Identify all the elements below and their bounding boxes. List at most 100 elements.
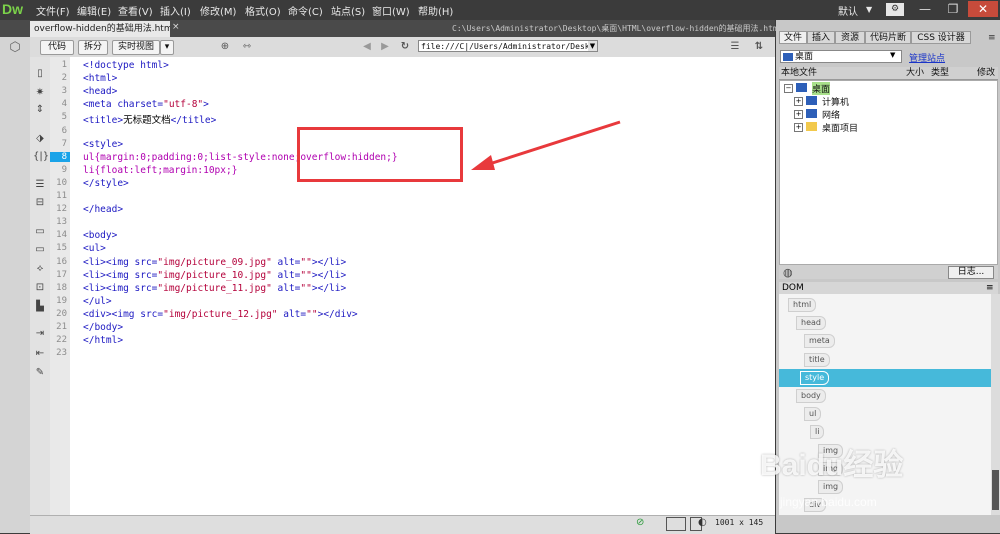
upload-download-icon[interactable]: ⇅ <box>752 40 766 53</box>
back-icon[interactable]: ◀ <box>360 40 374 53</box>
move-css-icon[interactable]: ▙ <box>33 300 47 314</box>
expand-toggle-icon[interactable]: + <box>794 123 803 132</box>
col-type[interactable]: 类型 <box>931 67 949 79</box>
select-parent-icon[interactable]: ⬗ <box>33 132 47 146</box>
line-numbers-icon[interactable]: ☰ <box>33 178 47 192</box>
desktop-size-icon[interactable] <box>666 517 686 531</box>
uncomment-icon[interactable]: ▭ <box>33 243 47 257</box>
panel-options-icon[interactable]: ≡ <box>988 33 996 43</box>
code-line[interactable]: <li > <img src="img/picture_09.jpg" alt=""… <box>83 257 346 268</box>
code-line[interactable]: <!doctype html> <box>83 60 169 71</box>
file-management-icon[interactable]: ☰ <box>728 40 742 53</box>
menu-item[interactable]: 编辑(E) <box>77 3 111 18</box>
dom-title[interactable]: DOM <box>779 283 804 293</box>
dom-node[interactable]: style <box>800 370 830 385</box>
extract-icon[interactable]: ⬡ <box>7 40 23 56</box>
document-tab[interactable]: overflow-hidden的基础用法.html <box>30 21 170 37</box>
panel-tab[interactable]: CSS 设计器 <box>911 31 971 44</box>
menu-item[interactable]: 窗口(W) <box>372 3 410 18</box>
code-line[interactable]: <li > <img src="img/picture_10.jpg" alt=""… <box>83 270 346 281</box>
close-button[interactable]: ✕ <box>968 1 998 17</box>
address-dropdown-icon[interactable]: ▼ <box>588 41 597 51</box>
tree-item-label[interactable]: 桌面项目 <box>822 121 858 134</box>
code-line[interactable]: <body> <box>83 230 117 241</box>
forward-icon[interactable]: ▶ <box>378 40 392 53</box>
log-button[interactable]: 日志... <box>948 266 994 279</box>
split-view-button[interactable]: 拆分 <box>78 40 108 55</box>
code-line[interactable]: <div > <img src="img/picture_12.jpg" alt="… <box>83 309 358 320</box>
dom-node[interactable]: head <box>796 316 826 331</box>
dom-node[interactable]: body <box>796 389 826 403</box>
code-line[interactable]: <title>无标题文档</title> <box>83 112 216 126</box>
site-select[interactable]: 桌面 <box>780 50 902 63</box>
code-line[interactable]: li{float:left;margin:10px;} <box>83 165 237 176</box>
inspect-icon[interactable]: ⊕ <box>218 40 232 53</box>
globe-icon[interactable]: ◐ <box>698 517 707 528</box>
code-line[interactable]: <style> <box>83 139 123 150</box>
dom-node[interactable]: title <box>804 352 830 367</box>
refresh-icon[interactable]: ↻ <box>398 40 412 53</box>
panel-menu-icon[interactable]: ≡ <box>986 282 994 294</box>
tree-item-label[interactable]: 计算机 <box>822 95 849 108</box>
col-local[interactable]: 本地文件 <box>781 67 817 79</box>
code-line[interactable]: </style> <box>83 178 129 189</box>
minimize-button[interactable]: — <box>912 1 938 17</box>
col-size[interactable]: 大小 <box>906 67 924 79</box>
code-line[interactable]: <meta charset="utf-8"> <box>83 99 209 110</box>
live-view-button[interactable]: 实时视图 <box>112 40 160 55</box>
code-line[interactable]: <html> <box>83 73 117 84</box>
menu-item[interactable]: 查看(V) <box>118 3 153 18</box>
connection-icon[interactable]: ◍ <box>783 266 793 279</box>
site-dropdown-icon[interactable]: ▼ <box>890 51 895 59</box>
balance-braces-icon[interactable]: {|} <box>33 150 49 164</box>
menu-item[interactable]: 站点(S) <box>331 3 365 18</box>
expand-toggle-icon[interactable]: + <box>794 110 803 119</box>
scrollbar-thumb[interactable] <box>992 470 999 510</box>
panel-tab[interactable]: 文件 <box>779 31 807 44</box>
code-line[interactable]: </body> <box>83 322 123 333</box>
highlight-invalid-icon[interactable]: ⊟ <box>33 196 47 210</box>
chevron-down-icon[interactable]: ▼ <box>866 5 872 14</box>
panel-tab[interactable]: 资源 <box>835 31 865 44</box>
format-icon[interactable]: ✎ <box>33 366 47 380</box>
expand-icon[interactable]: ⇕ <box>33 103 47 117</box>
expand-toggle-icon[interactable]: + <box>794 97 803 106</box>
dom-node[interactable]: html <box>788 298 817 312</box>
recent-snippets-icon[interactable]: ⊡ <box>33 281 47 295</box>
workspace-switcher[interactable]: 默认 <box>838 3 858 18</box>
tree-item-label[interactable]: 网络 <box>822 108 840 121</box>
code-line[interactable]: <ul> <box>83 243 106 254</box>
panel-tab[interactable]: 插入 <box>807 31 835 44</box>
comment-icon[interactable]: ▭ <box>33 225 47 239</box>
expand-toggle-icon[interactable]: − <box>784 84 793 93</box>
menu-item[interactable]: 命令(C) <box>288 3 323 18</box>
code-line[interactable]: <head> <box>83 86 117 97</box>
menu-item[interactable]: 帮助(H) <box>418 3 453 18</box>
code-line[interactable]: </head> <box>83 204 123 215</box>
indent-icon[interactable]: ⇥ <box>33 327 47 341</box>
manage-sites-link[interactable]: 管理站点 <box>909 51 945 64</box>
tree-item-label[interactable]: 桌面 <box>812 82 831 95</box>
dom-node[interactable]: meta <box>804 334 835 349</box>
wrap-tag-icon[interactable]: ⟡ <box>33 262 47 276</box>
outdent-icon[interactable]: ⇤ <box>33 347 47 361</box>
code-navigator-icon[interactable]: ⇿ <box>240 40 254 53</box>
live-view-dropdown-icon[interactable]: ▾ <box>160 40 174 55</box>
menu-item[interactable]: 格式(O) <box>245 3 281 18</box>
close-tab-icon[interactable]: × <box>172 22 180 32</box>
address-field[interactable]: file:///C|/Users/Administrator/Desktop <box>418 40 598 52</box>
code-view-button[interactable]: 代码 <box>40 40 74 55</box>
code-line[interactable]: </html> <box>83 335 123 346</box>
open-documents-icon[interactable]: ▯ <box>33 67 47 81</box>
menu-item[interactable]: 修改(M) <box>200 3 236 18</box>
sync-settings-icon[interactable]: ⚙ <box>886 3 904 16</box>
menu-item[interactable]: 插入(I) <box>160 3 191 18</box>
dom-node[interactable]: ul <box>804 407 822 422</box>
code-line[interactable]: </ul> <box>83 296 112 307</box>
collapse-icon[interactable]: ✷ <box>33 86 47 100</box>
menu-item[interactable]: 文件(F) <box>36 3 70 18</box>
code-line[interactable]: <li > <img src="img/picture_11.jpg" alt=""… <box>83 283 346 294</box>
col-modified[interactable]: 修改 <box>977 67 995 79</box>
panel-tab[interactable]: 代码片断 <box>865 31 911 44</box>
restore-button[interactable]: ❐ <box>940 1 966 17</box>
